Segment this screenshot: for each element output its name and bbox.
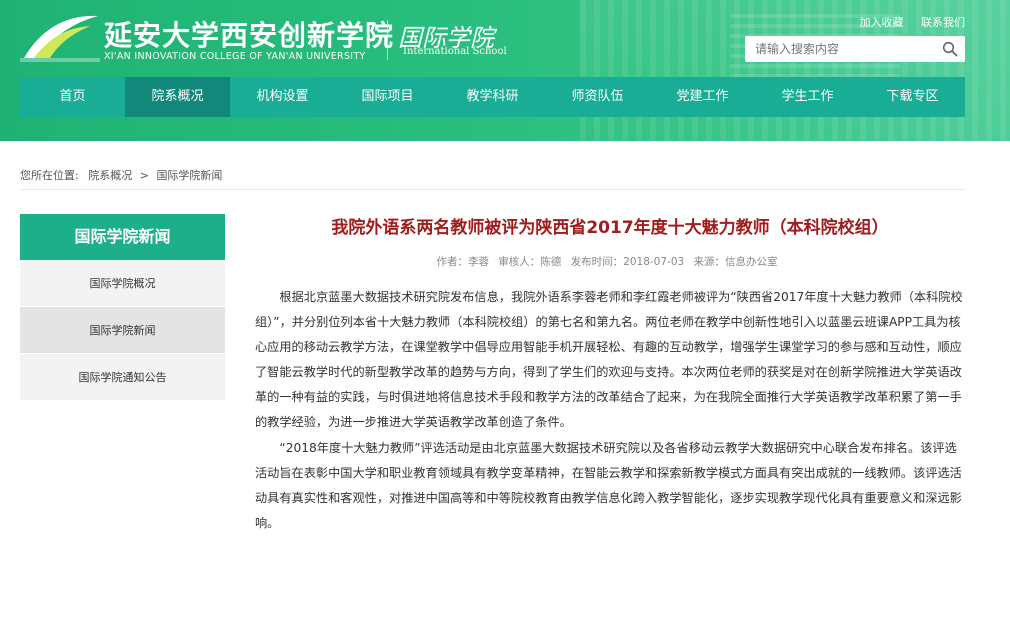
school-name: 延安大学西安创新学院 <box>104 19 395 52</box>
nav-item-student-affairs[interactable]: 学生工作 <box>755 77 860 117</box>
search-input[interactable] <box>745 37 935 61</box>
sidebar-item-overview[interactable]: 国际学院概况 <box>20 260 225 307</box>
nav-item-teaching-research[interactable]: 教学科研 <box>440 77 545 117</box>
sidebar: 国际学院新闻 国际学院概况 国际学院新闻 国际学院通知公告 <box>20 214 225 401</box>
breadcrumb-item-news[interactable]: 国际学院新闻 <box>156 169 222 182</box>
article: 我院外语系两名教师被评为陕西省2017年度十大魅力教师（本科院校组） 作者：李蓉… <box>255 214 965 537</box>
sidebar-title: 国际学院新闻 <box>20 214 225 260</box>
nav-item-organization[interactable]: 机构设置 <box>230 77 335 117</box>
article-meta: 作者：李蓉 审核人：陈德 发布时间：2018-07-03 来源：信息办公室 <box>255 254 965 269</box>
breadcrumb-prefix: 您所在位置: <box>20 169 79 182</box>
logo-divider <box>387 20 388 60</box>
breadcrumb: 您所在位置: 院系概况 > 国际学院新闻 <box>20 167 222 183</box>
article-publish-date: 发布时间：2018-07-03 <box>570 256 685 268</box>
breadcrumb-separator: > <box>139 169 149 182</box>
article-source: 来源：信息办公室 <box>693 256 778 268</box>
article-reviewer: 审核人：陈德 <box>498 256 562 268</box>
contact-us-link[interactable]: 联系我们 <box>921 16 965 29</box>
search-box <box>745 36 965 62</box>
site-header: 延安大学西安创新学院 XI'AN INNOVATION COLLEGE OF Y… <box>0 0 1010 141</box>
article-author: 作者：李蓉 <box>436 256 489 268</box>
nav-item-faculty[interactable]: 师资队伍 <box>545 77 650 117</box>
breadcrumb-item-department-overview[interactable]: 院系概况 <box>88 169 132 182</box>
article-paragraph: 根据北京蓝墨大数据技术研究院发布信息，我院外语系李蓉老师和李红霞老师被评为“陕西… <box>255 290 963 429</box>
article-title: 我院外语系两名教师被评为陕西省2017年度十大魅力教师（本科院校组） <box>331 218 889 238</box>
top-links: 加入收藏 联系我们 <box>846 14 966 30</box>
nav-item-downloads[interactable]: 下载专区 <box>860 77 965 117</box>
department-name-en: International School <box>403 46 507 57</box>
article-paragraph: “2018年度十大魅力教师”评选活动是由北京蓝墨大数据技术研究院以及各省移动云教… <box>255 441 962 530</box>
breadcrumb-divider <box>20 189 965 190</box>
nav-item-international-programs[interactable]: 国际项目 <box>335 77 440 117</box>
nav-item-party-work[interactable]: 党建工作 <box>650 77 755 117</box>
article-body: 根据北京蓝墨大数据技术研究院发布信息，我院外语系李蓉老师和李红霞老师被评为“陕西… <box>255 285 965 536</box>
main-nav: 首页 院系概况 机构设置 国际项目 教学科研 师资队伍 党建工作 学生工作 下载… <box>20 77 965 117</box>
add-favorite-link[interactable]: 加入收藏 <box>860 16 904 29</box>
sidebar-item-news[interactable]: 国际学院新闻 <box>20 307 225 354</box>
nav-item-home[interactable]: 首页 <box>20 77 125 117</box>
search-icon[interactable] <box>935 36 965 62</box>
school-name-en: XI'AN INNOVATION COLLEGE OF YAN'AN UNIVE… <box>104 51 366 62</box>
school-logo-icon <box>20 15 100 62</box>
sidebar-item-notices[interactable]: 国际学院通知公告 <box>20 354 225 401</box>
nav-item-department-overview[interactable]: 院系概况 <box>125 77 230 117</box>
